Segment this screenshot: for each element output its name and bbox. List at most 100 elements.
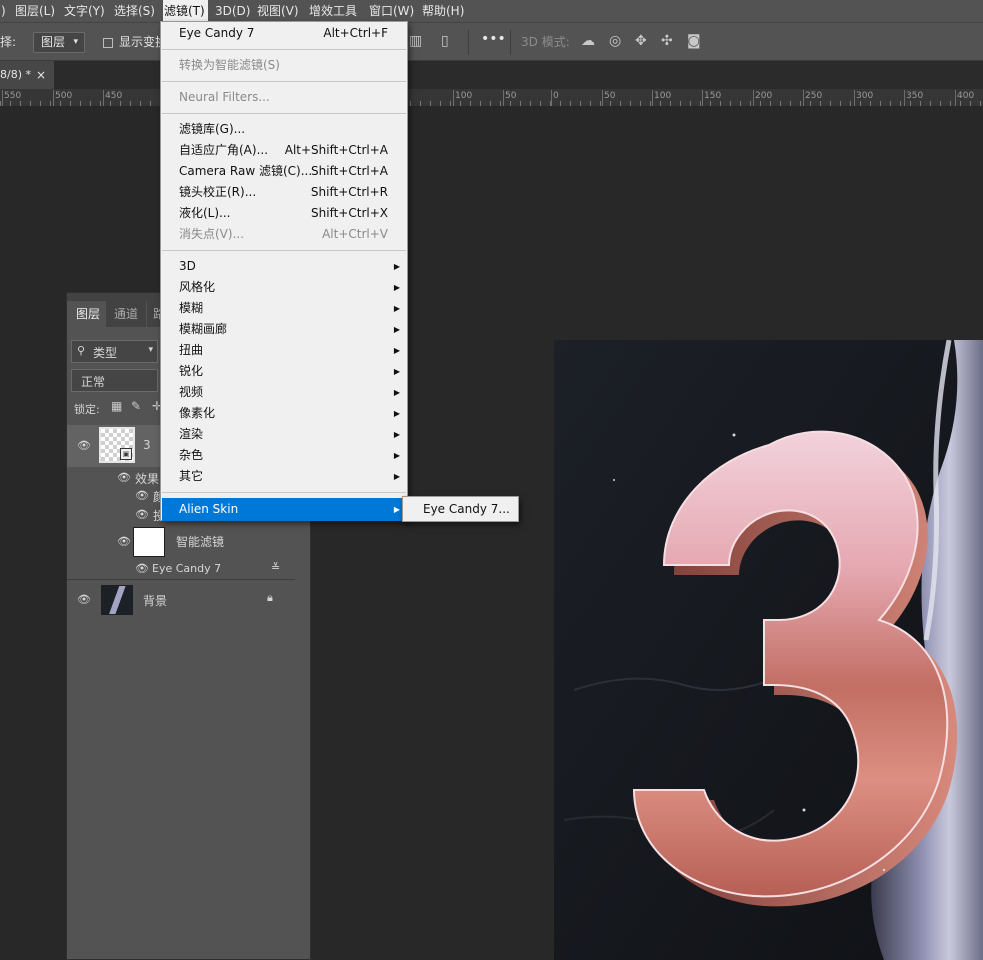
menu-item[interactable]: 像素化 ▶ xyxy=(162,403,406,424)
filter-options-icon[interactable]: ≚ xyxy=(271,561,280,574)
distribute-icon[interactable]: ▥ xyxy=(409,33,422,49)
smart-filter-name: Eye Candy 7 xyxy=(152,562,222,575)
ruler-label: 350 xyxy=(906,91,924,101)
menu-item[interactable]: 液化(L)... Shift+Ctrl+X xyxy=(162,203,406,224)
submenu-arrow-icon: ▶ xyxy=(393,325,400,334)
horizontal-ruler: 550 500 450 100 50 0 50 100 150 200 250 300 350 400 xyxy=(0,89,983,107)
slide-3d-icon[interactable]: ✣ xyxy=(661,33,673,49)
smart-filters-row[interactable]: 👁 智能滤镜 xyxy=(67,525,295,559)
camera-3d-icon[interactable]: ◙ xyxy=(687,33,701,49)
ruler-label: 200 xyxy=(755,91,773,101)
align-icon[interactable]: ▯ xyxy=(441,33,449,49)
menu-item-eye-candy-7[interactable]: Eye Candy 7... xyxy=(404,498,517,521)
menubar-item[interactable]: 选择(S) xyxy=(113,0,159,22)
eye-icon[interactable]: 👁 xyxy=(135,489,149,502)
drag-3d-icon[interactable]: ✥ xyxy=(635,33,647,49)
menu-item[interactable]: 视频 ▶ xyxy=(162,382,406,403)
submenu-arrow-icon: ▶ xyxy=(393,262,400,271)
eye-icon[interactable]: 👁 xyxy=(117,471,131,484)
show-transform-checkbox[interactable] xyxy=(103,38,113,48)
menu-item[interactable]: 风格化 ▶ xyxy=(162,277,406,298)
menu-item-shortcut: Shift+Ctrl+X xyxy=(311,206,388,220)
menu-item-label: 3D xyxy=(179,259,196,273)
lock-image-icon[interactable]: ✎ xyxy=(131,399,141,413)
eye-icon[interactable]: 👁 xyxy=(77,593,91,606)
ruler-label: 400 xyxy=(957,91,975,101)
ruler-label: 50 xyxy=(505,91,517,101)
layer-name: 背景 xyxy=(143,594,168,608)
ruler-label: 0 xyxy=(553,91,559,101)
menu-item-shortcut: Alt+Ctrl+V xyxy=(322,227,388,241)
menu-item-label: Eye Candy 7... xyxy=(423,502,510,516)
menu-separator xyxy=(162,81,406,82)
menu-item-shortcut: Alt+Ctrl+F xyxy=(323,26,388,40)
menu-item[interactable]: 模糊画廊 ▶ xyxy=(162,319,406,340)
menu-item[interactable]: Eye Candy 7 Alt+Ctrl+F xyxy=(162,23,406,44)
smart-filter-item[interactable]: 👁 Eye Candy 7 ≚ xyxy=(67,559,295,579)
ruler-label: 300 xyxy=(856,91,874,101)
roll-3d-icon[interactable]: ◎ xyxy=(609,33,621,49)
lock-transparent-icon[interactable]: ▦ xyxy=(111,399,122,413)
tab-channels[interactable]: 通道 xyxy=(106,301,146,327)
eye-icon[interactable]: 👁 xyxy=(117,535,131,548)
menubar-item[interactable]: 帮助(H) xyxy=(421,0,467,22)
more-options-button[interactable]: ••• xyxy=(481,31,506,47)
menu-item[interactable]: 其它 ▶ xyxy=(162,466,406,487)
ruler-major-tick xyxy=(652,90,653,106)
menu-item[interactable]: 模糊 ▶ xyxy=(162,298,406,319)
document-tab[interactable]: 8/8) * × xyxy=(0,61,54,89)
menubar-item[interactable]: 视图(V) xyxy=(256,0,302,22)
menu-item-label: Alien Skin xyxy=(179,502,239,516)
menu-item-label: Camera Raw 滤镜(C)... xyxy=(179,164,313,178)
menubar-item[interactable]: 窗口(W) xyxy=(368,0,415,22)
ruler-major-tick xyxy=(103,90,104,106)
tab-paths[interactable]: 路 xyxy=(147,301,161,327)
submenu-arrow-icon: ▶ xyxy=(393,472,400,481)
filter-menu: Eye Candy 7 Alt+Ctrl+F 转换为智能滤镜(S) Neural Fi… xyxy=(160,21,408,521)
ruler-major-tick xyxy=(503,90,504,106)
menu-item-label: 杂色 xyxy=(179,448,204,462)
menubar-item[interactable]: ) xyxy=(0,0,9,22)
menu-item[interactable]: 渲染 ▶ xyxy=(162,424,406,445)
layer-name: 3 xyxy=(143,438,151,452)
orbit-3d-icon[interactable]: ☁ xyxy=(581,33,595,49)
menu-item[interactable]: 杂色 ▶ xyxy=(162,445,406,466)
menubar-item[interactable]: 图层(L) xyxy=(14,0,59,22)
menu-item[interactable]: 镜头校正(R)... Shift+Ctrl+R xyxy=(162,182,406,203)
eye-icon[interactable]: 👁 xyxy=(135,508,149,521)
layer-row-background[interactable]: 👁 背景 🔒︎ xyxy=(67,580,295,620)
ruler-label: 150 xyxy=(704,91,722,101)
menu-item[interactable]: 滤镜库(G)... xyxy=(162,119,406,140)
menu-item: Neural Filters... xyxy=(162,87,406,108)
menubar-item[interactable]: 滤镜(T) xyxy=(163,0,208,22)
ruler-label: 500 xyxy=(55,91,73,101)
menu-item[interactable]: Camera Raw 滤镜(C)... Shift+Ctrl+A xyxy=(162,161,406,182)
chevron-down-icon: ▾ xyxy=(148,345,153,355)
menubar-item[interactable]: 文字(Y) xyxy=(63,0,109,22)
divider xyxy=(510,30,511,55)
menu-item[interactable]: 扭曲 ▶ xyxy=(162,340,406,361)
tab-layers[interactable]: 图层 xyxy=(68,301,105,327)
menu-item[interactable]: Alien Skin ▶ xyxy=(162,498,406,521)
ruler-major-tick xyxy=(955,90,956,106)
menubar-item[interactable]: 3D(D) xyxy=(214,0,252,22)
smart-filters-label: 智能滤镜 xyxy=(176,535,225,549)
blend-mode-value: 正常 xyxy=(81,375,106,389)
menu-item[interactable]: 3D ▶ xyxy=(162,256,406,277)
document-canvas[interactable] xyxy=(554,340,983,960)
menu-item[interactable]: 自适应广角(A)... Alt+Shift+Ctrl+A xyxy=(162,140,406,161)
ruler-label: 450 xyxy=(105,91,123,101)
blend-mode-dropdown[interactable]: 正常 xyxy=(71,369,158,392)
eye-icon[interactable]: 👁 xyxy=(77,439,91,452)
layer-filter-dropdown[interactable]: ⚲ 类型 ▾ xyxy=(71,340,158,363)
menu-item[interactable]: 锐化 ▶ xyxy=(162,361,406,382)
menu-bar: ) 图层(L) 文字(Y) 选择(S) 滤镜(T) 3D(D) 视图(V) 增效工具 窗口(W)… xyxy=(0,0,983,22)
auto-select-target-dropdown[interactable]: 图层 ▾ xyxy=(33,32,85,53)
menubar-item[interactable]: 增效工具 xyxy=(308,0,363,22)
close-icon[interactable]: × xyxy=(36,61,46,89)
ruler-major-tick xyxy=(551,90,552,106)
menu-item-shortcut: Alt+Shift+Ctrl+A xyxy=(284,143,388,157)
ruler-label: 100 xyxy=(654,91,672,101)
menu-item-label: 模糊画廊 xyxy=(179,322,228,336)
eye-icon[interactable]: 👁 xyxy=(135,562,149,575)
